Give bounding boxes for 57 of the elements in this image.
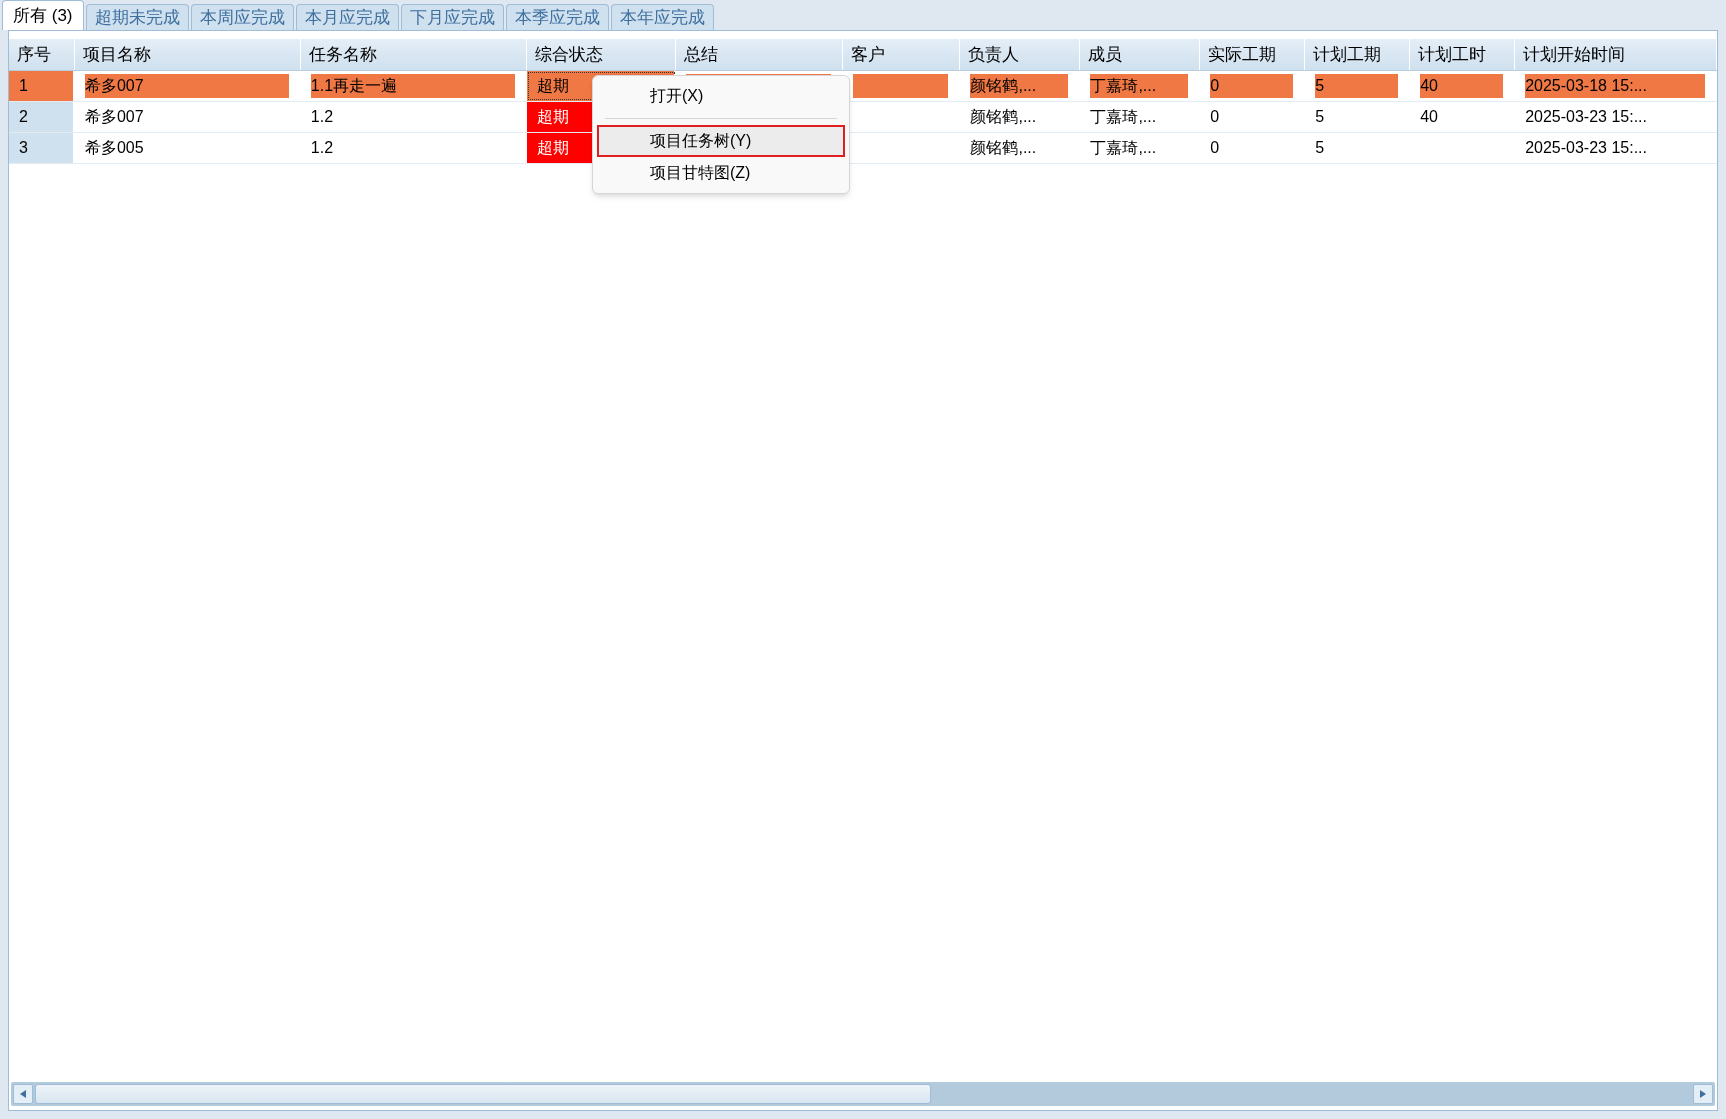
scroll-thumb[interactable] [35,1084,931,1104]
column-header[interactable]: 成员 [1080,39,1201,70]
right-arrow-icon [1700,1090,1706,1098]
column-header[interactable]: 计划开始时间 [1515,39,1717,70]
column-header[interactable]: 综合状态 [526,39,676,70]
cell-text: 5 [1315,76,1325,96]
tab[interactable]: 本季应完成 [505,4,609,30]
menu-item[interactable]: 打开(X) [597,80,845,112]
column-header[interactable]: 实际工期 [1200,39,1306,70]
cell-text: 5 [1315,138,1325,158]
menu-item[interactable]: 项目甘特图(Z) [597,157,845,189]
cell-text: 2025-03-23 15:... [1525,107,1647,127]
cell-text: 超期 [536,107,569,127]
column-header[interactable]: 客户 [842,39,961,70]
tab[interactable]: 本年应完成 [610,4,714,30]
cell-text: 40 [1420,107,1438,127]
column-header[interactable]: 序号 [9,39,75,70]
tab[interactable]: 超期未完成 [85,4,189,30]
column-header[interactable]: 负责人 [960,39,1081,70]
column-header[interactable]: 计划工期 [1305,39,1411,70]
cell-text: 1.2 [310,138,334,158]
cell-text: 5 [1315,107,1325,127]
cell-text: 2025-03-23 15:... [1525,138,1647,158]
cell-text: 0 [1210,107,1220,127]
scroll-left-button[interactable] [13,1084,33,1104]
column-header[interactable]: 计划工时 [1410,39,1516,70]
cell-text: 希多007 [84,107,144,127]
tab[interactable]: 本周应完成 [190,4,294,30]
cell-text: 2025-03-18 15:... [1525,76,1647,96]
cell-text: 丁嘉琦,... [1090,107,1157,127]
cell-text: 超期 [536,138,569,158]
left-arrow-icon [20,1090,26,1098]
cell-text: 超期 [536,76,569,96]
column-header[interactable]: 任务名称 [300,39,527,70]
cell-text: 希多007 [84,76,144,96]
cell-text: 1.2 [310,107,334,127]
cell-text: 希多005 [84,138,144,158]
cell-text: 颜铭鹤,... [970,138,1037,158]
cell-text: 颜铭鹤,... [970,107,1037,127]
tab[interactable]: 本月应完成 [295,4,399,30]
cell-text: 1.1再走一遍 [310,76,398,96]
cell-text: 颜铭鹤,... [970,76,1037,96]
cell-text: 3 [19,138,28,158]
column-header[interactable]: 项目名称 [74,39,301,70]
cell-text: 0 [1210,138,1220,158]
cell-text: 0 [1210,76,1220,96]
scroll-right-button[interactable] [1693,1084,1713,1104]
horizontal-scrollbar[interactable] [11,1082,1715,1106]
cell-text: 丁嘉琦,... [1090,76,1157,96]
cell-text: 1 [19,76,28,96]
column-header[interactable]: 总结 [675,39,843,70]
tab[interactable]: 下月应完成 [400,4,504,30]
tab[interactable]: 所有 (3) [2,0,84,30]
cell-text: 丁嘉琦,... [1090,138,1157,158]
menu-item[interactable]: 项目任务树(Y) [597,125,845,157]
cell-text: 2 [19,107,28,127]
cell-text: 40 [1420,76,1438,96]
